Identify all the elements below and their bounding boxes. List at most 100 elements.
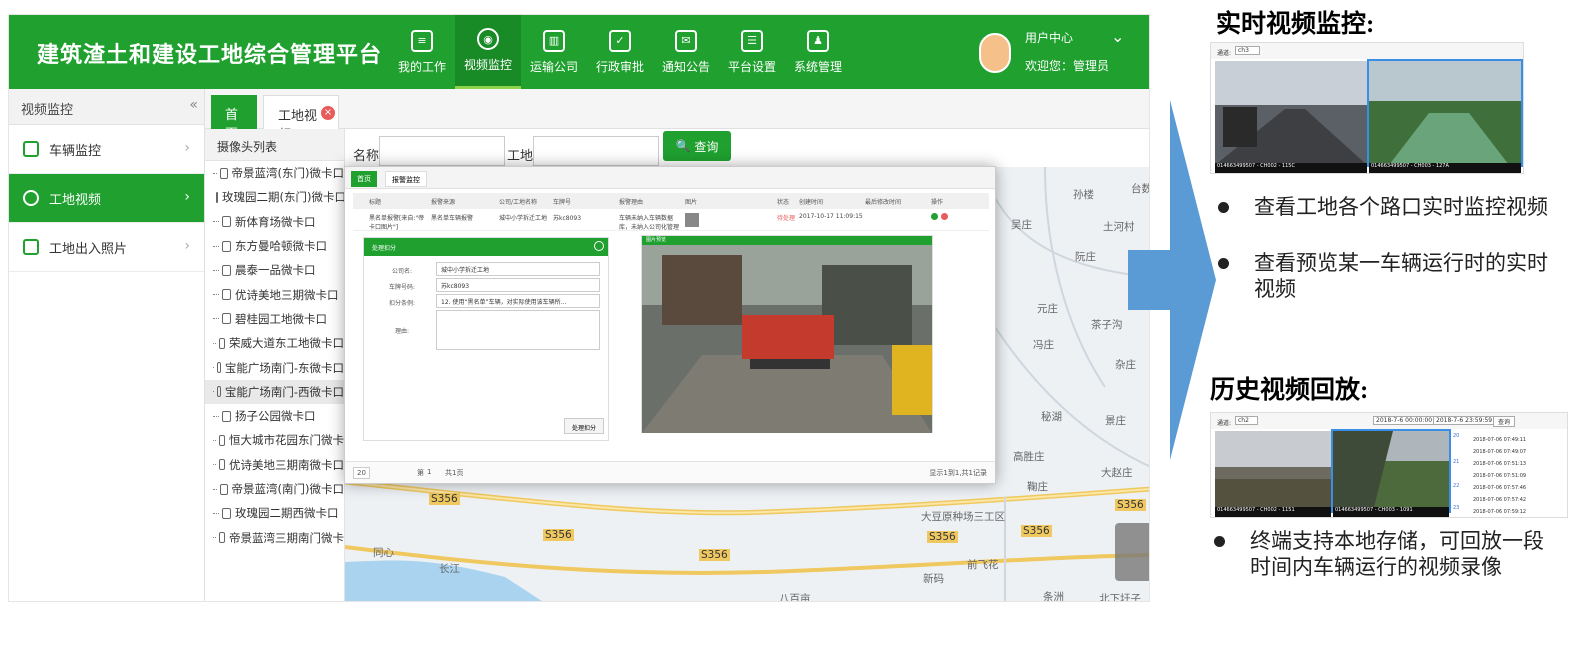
user-menu[interactable]: 用户中心 ⌄ 欢迎您：管理员	[977, 27, 1147, 81]
map-label: 鞠庄	[1027, 481, 1048, 493]
document-icon	[222, 240, 231, 252]
document-icon	[222, 507, 231, 519]
playback-feed-left	[1215, 431, 1331, 511]
list-item[interactable]: 2018-07-06 07:57:42	[1473, 497, 1526, 503]
clipboard-icon: ≡	[411, 29, 433, 52]
document-icon	[219, 532, 225, 544]
collapse-icon[interactable]: «	[189, 97, 198, 113]
start-time-input[interactable]: 2018-7-6 00:00:00	[1373, 416, 1436, 425]
tab-home[interactable]: 首页	[211, 95, 257, 142]
list-item[interactable]: 2018-07-06 07:49:07	[1473, 449, 1526, 455]
page-size-select[interactable]: 20	[353, 467, 370, 479]
tab-bar: 首页 工地视频 ×	[205, 89, 1149, 143]
list-item[interactable]: 2018-07-06 07:51:13	[1473, 461, 1526, 467]
channel-select[interactable]: ch2	[1235, 416, 1258, 425]
nav-system-admin[interactable]: ♟ 系统管理	[785, 15, 851, 89]
map-label: 大赵庄	[1101, 467, 1133, 479]
overlay-tab-alarm[interactable]: 报警监控	[385, 171, 427, 187]
table-row[interactable]: 黑名单报警[来自:"帝卡口图片"] 黑名单车辆报警 城中小学拆迁工地 苏kc80…	[353, 209, 989, 231]
history-video-panel: 通道: ch2 2018-7-6 00:00:00 2018-7-6 23:59…	[1210, 412, 1568, 518]
video-caption: 014663499507 - CH003 - 127A	[1369, 163, 1521, 173]
nav-platform-settings[interactable]: ☰ 平台设置	[719, 15, 785, 89]
list-item[interactable]: 东方曼哈顿微卡口	[205, 234, 344, 258]
document-icon	[222, 289, 231, 301]
top-header: 建筑渣土和建设工地综合管理平台 ≡ 我的工作 ◉ 视频监控 ▥ 运输公司 ✓ 行政审批 …	[9, 15, 1149, 89]
sidebar-header: 视频监控 «	[9, 89, 204, 125]
list-item[interactable]: 晨泰一品微卡口	[205, 258, 344, 282]
welcome-text: 欢迎您：管理员	[1025, 59, 1110, 73]
list-item[interactable]: 玫瑰园二期西微卡口	[205, 501, 344, 525]
list-item[interactable]: 玫瑰园二期(东门)微卡口	[205, 185, 344, 209]
dialog-title: 处理扣分	[364, 238, 608, 256]
list-item[interactable]: 荣威大道东工地微卡口	[205, 331, 344, 355]
reason-textarea[interactable]: 理由:	[372, 310, 608, 352]
map-label: 条洲	[1043, 591, 1064, 602]
alarm-overlay-screenshot: 首页 报警监控 标题 报警来源 公司/工地名称 车牌号 报警理由 图片 状态 创…	[344, 166, 996, 484]
list-item[interactable]: 恒大城市花园东门微卡	[205, 428, 344, 452]
list-item[interactable]: 优诗美地三期南微卡口	[205, 453, 344, 477]
chevron-right-icon: ›	[184, 140, 190, 156]
document-icon	[220, 167, 228, 179]
list-item[interactable]: 2018-07-06 07:59:12	[1473, 509, 1526, 515]
page-summary: 显示1到1,共1记录	[929, 469, 987, 477]
approve-icon[interactable]	[931, 213, 938, 220]
video-feed-left	[1215, 61, 1367, 165]
nav-my-work[interactable]: ≡ 我的工作	[389, 15, 455, 89]
deduction-dialog: 处理扣分 公司名: 城中小学拆迁工地 车牌号码: 苏kc8093 扣分条例: 12. …	[363, 237, 609, 441]
chevron-right-icon: ›	[184, 189, 190, 205]
nav-video-monitor[interactable]: ◉ 视频监控	[455, 15, 521, 89]
sidebar-item-site-video[interactable]: 工地视频 ›	[9, 174, 204, 223]
end-time-input[interactable]: 2018-7-6 23:59:59	[1433, 416, 1496, 425]
page-total: 共1页	[445, 469, 464, 477]
nav-admin-approval[interactable]: ✓ 行政审批	[587, 15, 653, 89]
user-center-link[interactable]: 用户中心	[1025, 29, 1073, 46]
query-button[interactable]: 🔍 查询	[663, 131, 731, 161]
deduct-button[interactable]: 处理扣分	[564, 418, 604, 434]
camera-list: 摄像头列表 帝景蓝湾(东门)微卡口 玫瑰园二期(东门)微卡口 新体育场微卡口 东方曼哈…	[205, 129, 345, 601]
list-item[interactable]: 新体育场微卡口	[205, 210, 344, 234]
map-label: 元庄	[1037, 303, 1058, 315]
overlay-tab-home[interactable]: 首页	[351, 171, 377, 187]
list-item[interactable]: 帝景蓝湾(东门)微卡口	[205, 161, 344, 185]
map-label: 秘湖	[1041, 411, 1062, 423]
list-item[interactable]: 碧桂园工地微卡口	[205, 307, 344, 331]
history-query-button[interactable]: 查询	[1493, 416, 1516, 427]
tab-site-video[interactable]: 工地视频 ×	[263, 95, 339, 143]
road-badge: S356	[1021, 525, 1052, 537]
nav-notices[interactable]: ✉ 通知公告	[653, 15, 719, 89]
list-item[interactable]: 帝景蓝湾三期南门微卡	[205, 525, 344, 549]
search-icon: 🔍	[675, 139, 695, 153]
list-item[interactable]: 宝能广场南门-西微卡口	[205, 379, 344, 404]
list-item[interactable]: 宝能广场南门-东微卡口	[205, 355, 344, 379]
name-input[interactable]	[379, 136, 505, 166]
page-prefix: 第	[417, 469, 424, 477]
channel-select[interactable]: ch3	[1235, 46, 1260, 55]
list-item[interactable]: 2018-07-06 07:57:46	[1473, 485, 1526, 491]
site-input[interactable]	[533, 136, 659, 166]
thumbnail[interactable]	[685, 213, 699, 227]
list-item[interactable]: 2018-07-06 07:51:09	[1473, 473, 1526, 479]
history-title: 历史视频回放:	[1210, 377, 1369, 404]
document-icon	[219, 434, 225, 446]
close-icon[interactable]	[594, 241, 604, 251]
nav-transport-company[interactable]: ▥ 运输公司	[521, 15, 587, 89]
reject-icon[interactable]	[941, 213, 948, 220]
admin-icon: ♟	[807, 29, 829, 52]
close-icon[interactable]: ×	[321, 106, 335, 120]
document-icon	[216, 191, 218, 203]
list-item[interactable]: 帝景蓝湾(南门)微卡口	[205, 477, 344, 501]
sidebar: 视频监控 « 车辆监控 › 工地视频 › 工地出入照片 ›	[9, 89, 205, 601]
avatar	[979, 33, 1011, 73]
list-item[interactable]: 2018-07-06 07:49:11	[1473, 437, 1526, 443]
list-item[interactable]: 优诗美地三期微卡口	[205, 282, 344, 306]
list-item[interactable]: 扬子公园微卡口	[205, 404, 344, 428]
chevron-down-icon[interactable]: ⌄	[1111, 27, 1124, 46]
page-number[interactable]: 1	[427, 468, 431, 476]
company-field[interactable]: 公司名: 城中小学拆迁工地	[372, 262, 608, 276]
rule-select[interactable]: 扣分条例: 12. 使用“黑名单”车辆，对实际使用该车辆所...	[372, 294, 608, 308]
map-label: 同心	[373, 547, 394, 559]
sidebar-item-vehicle-monitor[interactable]: 车辆监控 ›	[9, 125, 204, 174]
mobile-icon[interactable]	[1115, 523, 1149, 581]
sidebar-item-site-photos[interactable]: 工地出入照片 ›	[9, 223, 204, 272]
plate-field[interactable]: 车牌号码: 苏kc8093	[372, 278, 608, 292]
